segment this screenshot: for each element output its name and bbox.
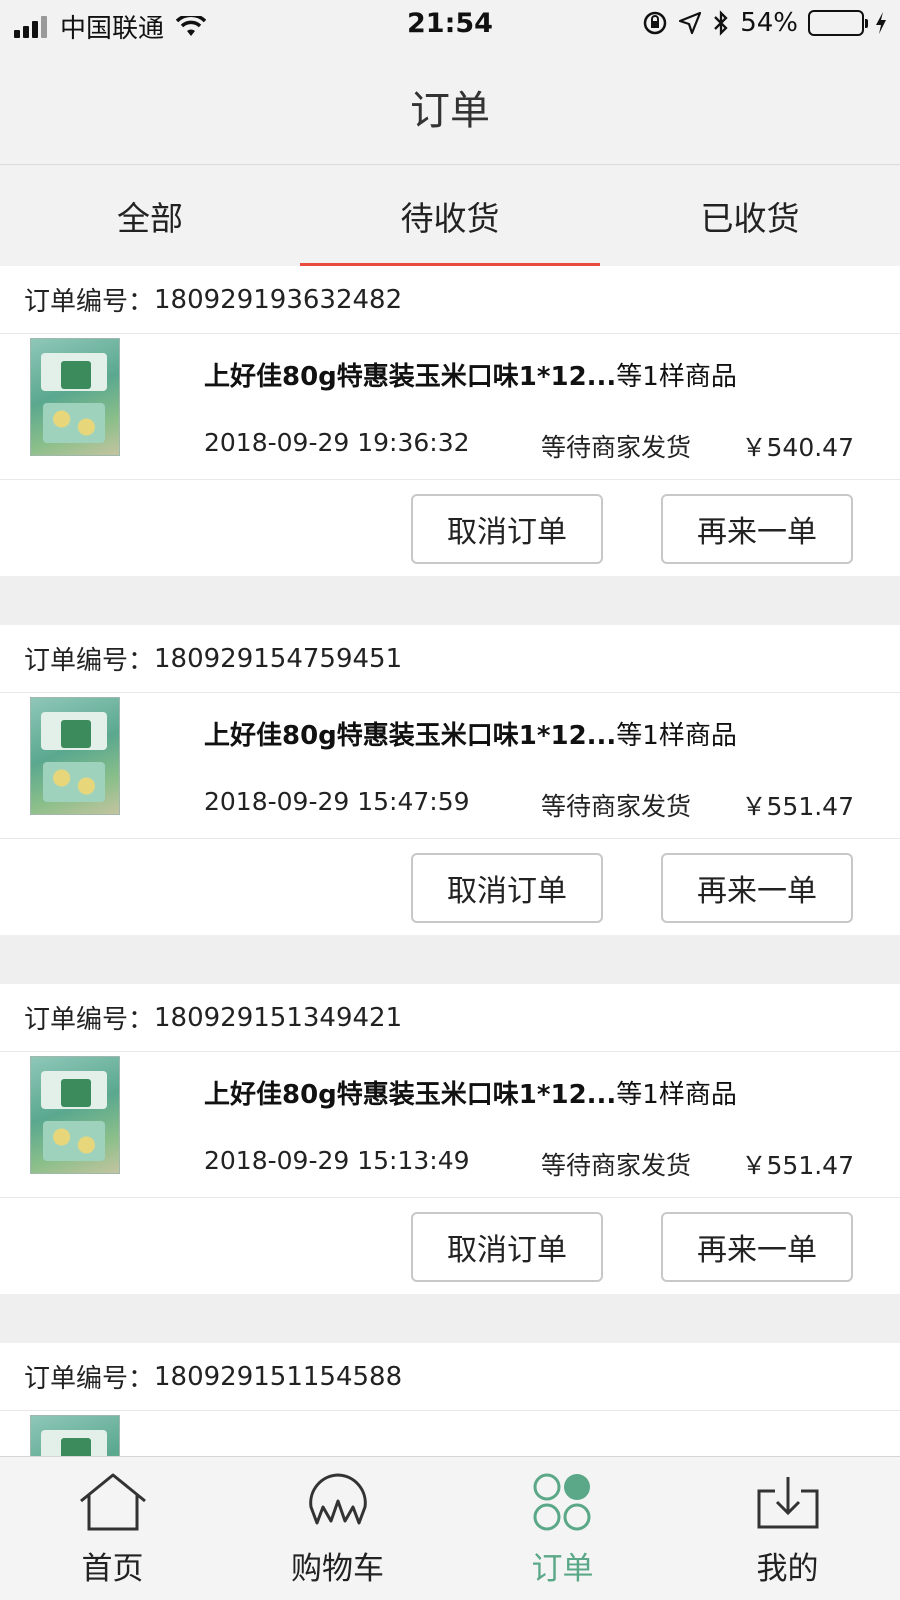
page-title: 订单 xyxy=(410,88,490,134)
order-card: 订单编号： 180929154759451 上好佳80g特惠装玉米口味1*12.… xyxy=(0,625,900,935)
battery-percent: 54% xyxy=(740,8,798,38)
tab-all[interactable]: 全部 xyxy=(0,166,300,266)
order-card: 订单编号： 180929151154588 xyxy=(0,1343,900,1456)
rotation-lock-icon xyxy=(643,11,667,35)
order-actions: 取消订单 再来一单 xyxy=(0,839,900,935)
product-title: 上好佳80g特惠装玉米口味1*12...等1样商品 xyxy=(204,1074,737,1111)
order-header: 订单编号： 180929193632482 xyxy=(0,266,900,334)
order-number-label: 订单编号： xyxy=(24,646,155,676)
order-header: 订单编号： 180929154759451 xyxy=(0,625,900,693)
status-bar: 中国联通 21:54 54% xyxy=(0,0,900,50)
product-thumbnail xyxy=(30,1056,120,1174)
order-item[interactable]: 上好佳80g特惠装玉米口味1*12...等1样商品 2018-09-29 19:… xyxy=(0,334,900,480)
item-count: 等1样商品 xyxy=(616,721,737,751)
product-title: 上好佳80g特惠装玉米口味1*12...等1样商品 xyxy=(204,356,737,393)
cancel-order-button[interactable]: 取消订单 xyxy=(411,494,603,564)
order-number-label: 订单编号： xyxy=(24,1005,155,1035)
product-name: 上好佳80g特惠装玉米口味1*12... xyxy=(204,1080,617,1110)
order-header: 订单编号： 180929151349421 xyxy=(0,984,900,1052)
charging-icon xyxy=(876,12,886,34)
reorder-button[interactable]: 再来一单 xyxy=(661,494,853,564)
tabbar-label-cart: 购物车 xyxy=(291,1551,384,1587)
item-count: 等1样商品 xyxy=(616,362,737,392)
order-item[interactable]: 上好佳80g特惠装玉米口味1*12...等1样商品 2018-09-29 15:… xyxy=(0,1052,900,1198)
product-thumbnail xyxy=(30,1415,120,1456)
order-number: 180929151349421 xyxy=(154,1002,403,1033)
order-actions: 取消订单 再来一单 xyxy=(0,1198,900,1294)
order-list[interactable]: 订单编号： 180929193632482 上好佳80g特惠装玉米口味1*12.… xyxy=(0,266,900,1456)
order-status: 等待商家发货 xyxy=(541,792,692,821)
order-number-label: 订单编号： xyxy=(24,287,155,317)
cancel-order-button[interactable]: 取消订单 xyxy=(411,853,603,923)
order-number: 180929151154588 xyxy=(154,1361,403,1392)
tabbar-label-home: 首页 xyxy=(81,1551,144,1587)
order-header: 订单编号： 180929151154588 xyxy=(0,1343,900,1411)
order-number: 180929154759451 xyxy=(154,643,403,674)
product-thumbnail xyxy=(30,338,120,456)
tab-received[interactable]: 已收货 xyxy=(600,166,900,266)
nav-bar: 订单 xyxy=(0,50,900,165)
cart-icon xyxy=(308,1473,367,1525)
bottom-tab-bar: 首页 购物车 订单 我的 xyxy=(0,1456,900,1600)
order-item[interactable]: 上好佳80g特惠装玉米口味1*12...等1样商品 2018-09-29 15:… xyxy=(0,693,900,839)
bluetooth-icon xyxy=(714,10,728,36)
product-title: 上好佳80g特惠装玉米口味1*12...等1样商品 xyxy=(204,715,737,752)
order-item[interactable] xyxy=(0,1411,900,1456)
reorder-button[interactable]: 再来一单 xyxy=(661,853,853,923)
tabbar-label-mine: 我的 xyxy=(756,1551,819,1587)
order-status: 等待商家发货 xyxy=(541,433,692,462)
tabbar-item-mine[interactable]: 我的 xyxy=(675,1457,900,1600)
download-icon xyxy=(757,1477,818,1529)
tab-pending-receipt[interactable]: 待收货 xyxy=(300,166,600,266)
tabbar-label-orders: 订单 xyxy=(531,1551,594,1587)
home-icon xyxy=(79,1473,146,1531)
tabbar-item-orders[interactable]: 订单 xyxy=(450,1457,675,1600)
order-number-label: 订单编号： xyxy=(24,1364,155,1394)
cancel-order-button[interactable]: 取消订单 xyxy=(411,1212,603,1282)
status-right: 54% xyxy=(632,8,888,38)
order-price: ￥551.47 xyxy=(741,792,854,821)
tabbar-item-home[interactable]: 首页 xyxy=(0,1457,225,1600)
tabbar-item-cart[interactable]: 购物车 xyxy=(225,1457,450,1600)
orders-icon xyxy=(533,1473,590,1531)
location-icon xyxy=(679,11,702,35)
order-card: 订单编号： 180929193632482 上好佳80g特惠装玉米口味1*12.… xyxy=(0,266,900,576)
order-time: 2018-09-29 19:36:32 xyxy=(204,428,470,457)
order-status: 等待商家发货 xyxy=(541,1151,692,1180)
product-name: 上好佳80g特惠装玉米口味1*12... xyxy=(204,362,617,392)
order-card: 订单编号： 180929151349421 上好佳80g特惠装玉米口味1*12.… xyxy=(0,984,900,1294)
order-time: 2018-09-29 15:13:49 xyxy=(204,1146,470,1175)
battery-icon xyxy=(808,10,868,36)
reorder-button[interactable]: 再来一单 xyxy=(661,1212,853,1282)
order-price: ￥540.47 xyxy=(741,433,854,462)
order-price: ￥551.47 xyxy=(741,1151,854,1180)
order-actions: 取消订单 再来一单 xyxy=(0,480,900,576)
order-time: 2018-09-29 15:47:59 xyxy=(204,787,470,816)
product-thumbnail xyxy=(30,697,120,815)
order-number: 180929193632482 xyxy=(154,284,403,315)
order-status-tabs: 全部 待收货 已收货 xyxy=(0,166,900,266)
item-count: 等1样商品 xyxy=(616,1080,737,1110)
product-name: 上好佳80g特惠装玉米口味1*12... xyxy=(204,721,617,751)
